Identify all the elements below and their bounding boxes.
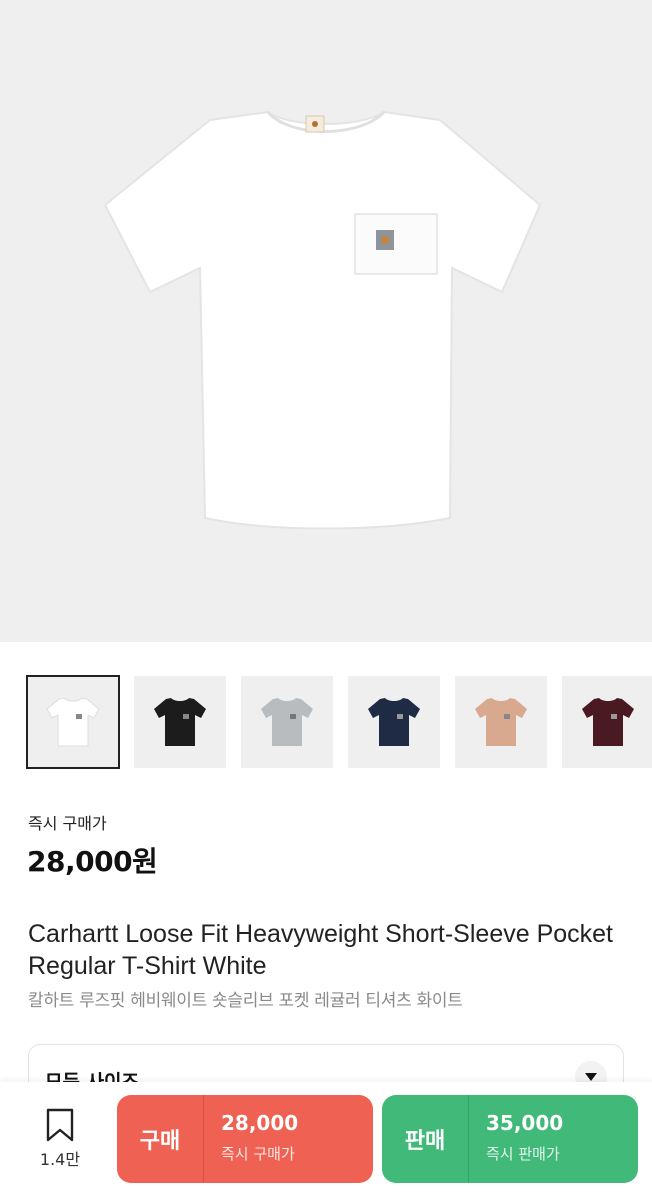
wishlist-button[interactable]: 1.4만 [30, 1108, 90, 1178]
thumbnail-burgundy[interactable] [562, 676, 652, 768]
buy-button[interactable]: 구매 28,000 즉시 구매가 [117, 1095, 373, 1183]
thumbnail-beige[interactable] [455, 676, 547, 768]
bookmark-icon [46, 1108, 74, 1142]
sell-button[interactable]: 판매 35,000 즉시 판매가 [382, 1095, 638, 1183]
product-title: Carhartt Loose Fit Heavyweight Short-Sle… [28, 920, 613, 980]
sell-button-divider [468, 1095, 469, 1183]
sell-button-price: 35,000 [486, 1111, 564, 1135]
sell-button-label: 판매 [404, 1129, 446, 1154]
thumbnail-grey[interactable] [241, 676, 333, 768]
tshirt-black-icon [154, 698, 206, 746]
tshirt-grey-icon [261, 698, 313, 746]
buy-button-label: 구매 [139, 1129, 181, 1154]
buy-button-divider [203, 1095, 204, 1183]
sell-button-sublabel: 즉시 판매가 [486, 1145, 560, 1163]
tshirt-beige-icon [475, 698, 527, 746]
tshirt-white-icon [46, 697, 100, 747]
thumbnail-white[interactable] [26, 675, 120, 769]
tshirt-image [103, 110, 542, 530]
color-thumbnail-row [0, 674, 652, 772]
product-subtitle: 칼하트 루즈핏 헤비웨이트 숏슬리브 포켓 레귤러 티셔츠 화이트 [28, 991, 463, 1011]
thumbnail-black[interactable] [134, 676, 226, 768]
instant-buy-price-label: 즉시 구매가 [28, 814, 107, 833]
tshirt-navy-icon [368, 698, 420, 746]
thumbnail-navy[interactable] [348, 676, 440, 768]
bottom-action-bar: 1.4만 구매 28,000 즉시 구매가 판매 35,000 즉시 판매가 [0, 1082, 652, 1200]
product-main-image[interactable] [0, 0, 652, 642]
buy-button-price: 28,000 [221, 1111, 299, 1135]
buy-button-sublabel: 즉시 구매가 [221, 1145, 295, 1163]
instant-buy-price: 28,000원 [27, 845, 158, 878]
tshirt-burgundy-icon [582, 698, 634, 746]
wishlist-count: 1.4만 [39, 1150, 81, 1169]
